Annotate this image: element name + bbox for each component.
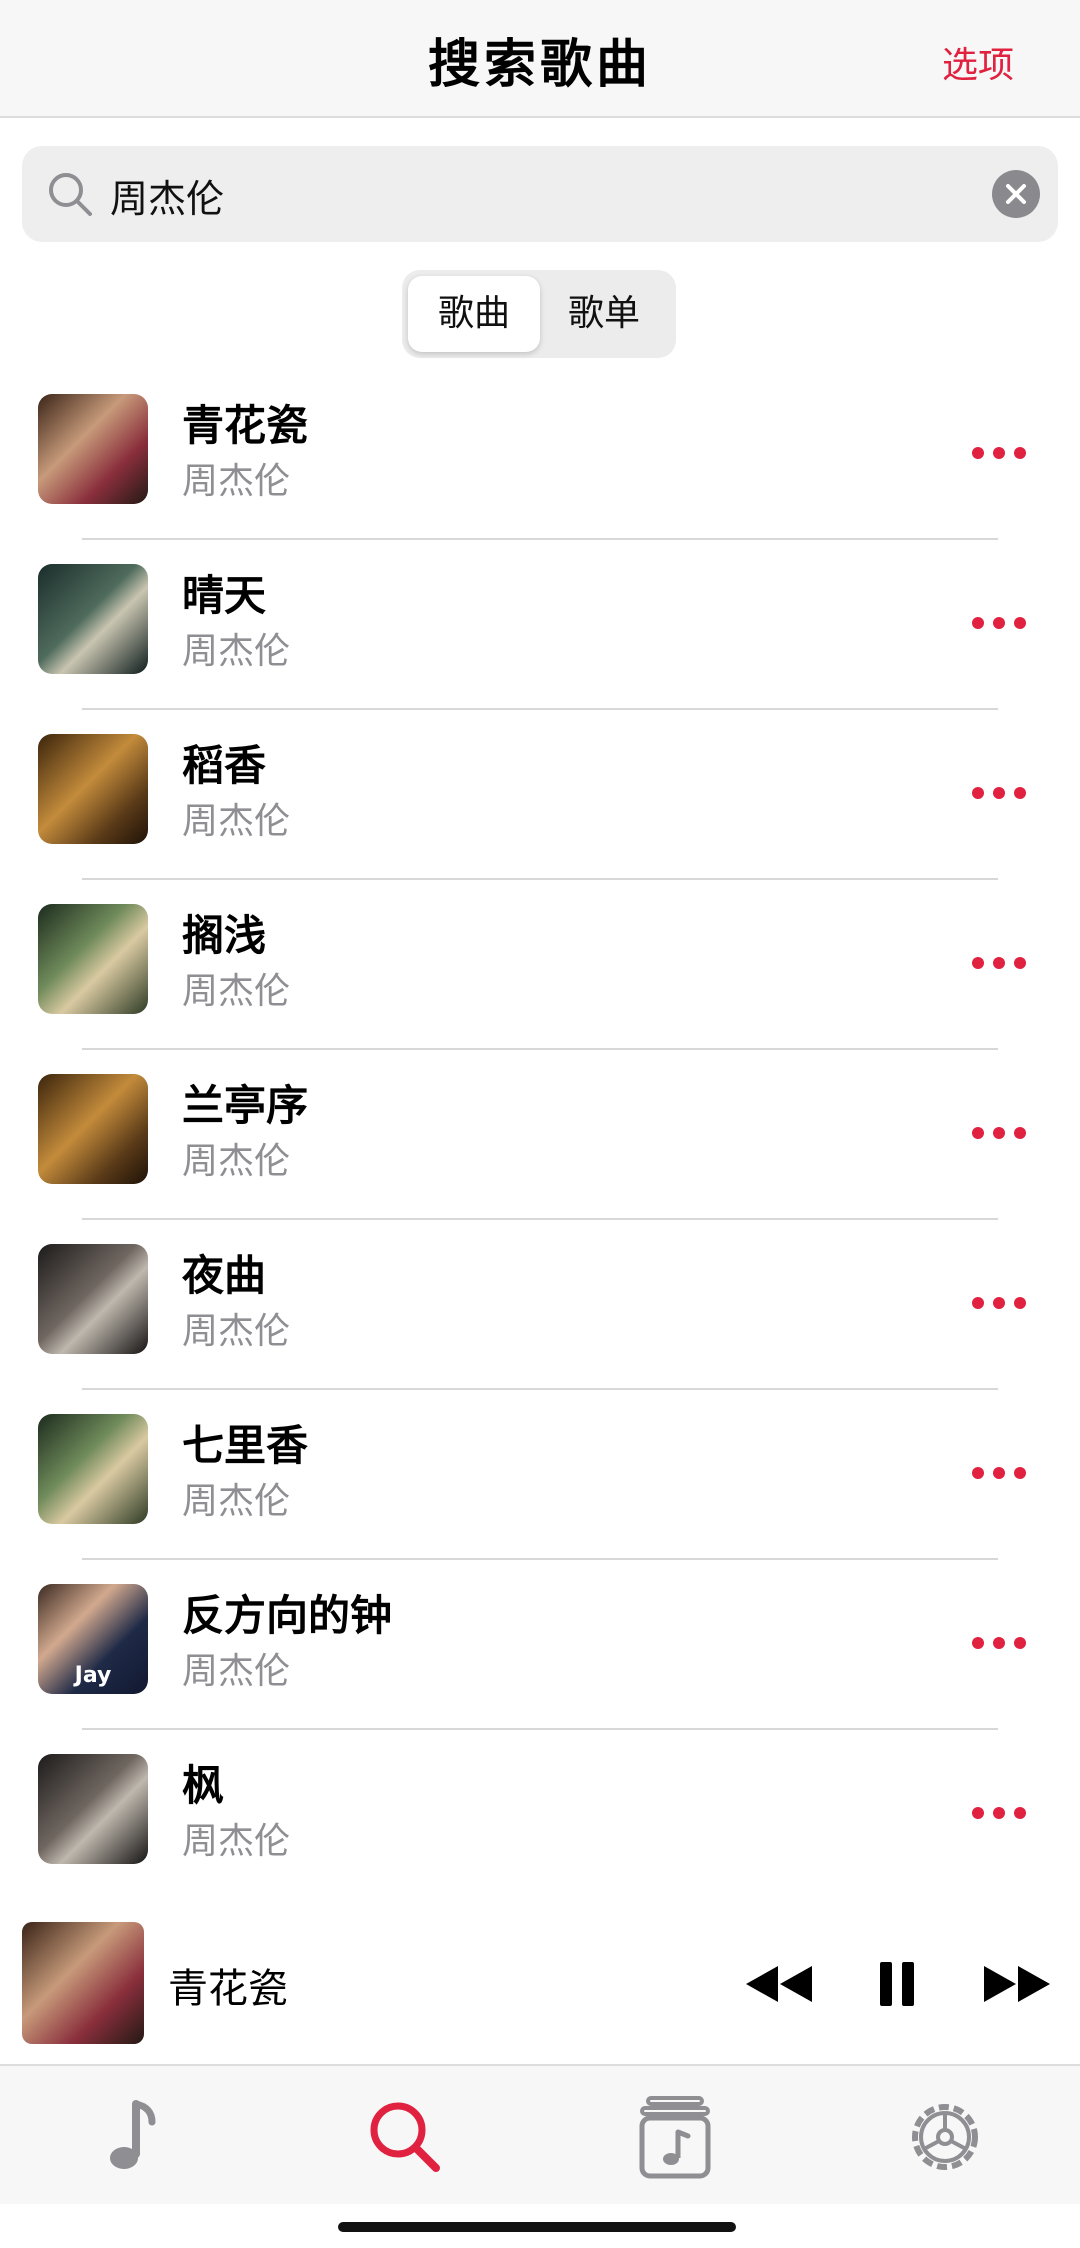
song-title: 稻香 <box>182 741 267 790</box>
song-row[interactable]: 夜曲 周杰伦 <box>0 1220 1080 1390</box>
album-cover: Jay <box>38 1584 148 1694</box>
song-artist: 周杰伦 <box>182 461 291 502</box>
dot <box>972 447 984 459</box>
playlist-icon[interactable] <box>630 2092 720 2182</box>
dot <box>993 1807 1005 1819</box>
search-field[interactable]: 周杰伦 <box>22 146 1058 242</box>
dot <box>972 787 984 799</box>
song-row[interactable]: 青花瓷 周杰伦 <box>0 370 1080 540</box>
song-title: 夜曲 <box>182 1251 267 1300</box>
song-artist: 周杰伦 <box>182 801 291 842</box>
dot <box>993 1637 1005 1649</box>
song-artist: 周杰伦 <box>182 1311 291 1352</box>
album-cover <box>38 564 148 674</box>
song-row[interactable]: 稻香 周杰伦 <box>0 710 1080 880</box>
dot <box>972 1467 984 1479</box>
dot <box>972 1637 984 1649</box>
album-cover <box>38 904 148 1014</box>
song-row[interactable]: 七里香 周杰伦 <box>0 1390 1080 1560</box>
more-options-icon[interactable] <box>966 1112 1036 1152</box>
dot <box>972 1127 984 1139</box>
music-note-icon[interactable] <box>90 2092 180 2182</box>
dot <box>972 957 984 969</box>
segment-songs[interactable]: 歌曲 <box>408 276 540 352</box>
song-list: 青花瓷 周杰伦 晴天 周杰伦 稻香 周杰伦 搁浅 周杰伦 兰亭序 周杰伦 夜曲 周杰伦 七里香 周杰伦 Ja… <box>0 370 1080 1900</box>
song-title: 搁浅 <box>182 911 267 960</box>
more-options-icon[interactable] <box>966 432 1036 472</box>
song-row[interactable]: 枫周杰伦 <box>0 1730 1080 1900</box>
song-row[interactable]: Jay 反方向的钟周杰伦 <box>0 1560 1080 1730</box>
song-artist: 周杰伦 <box>182 971 291 1012</box>
close-icon <box>1006 184 1026 204</box>
search-icon <box>49 173 92 216</box>
song-row[interactable]: 兰亭序 周杰伦 <box>0 1050 1080 1220</box>
now-playing-cover[interactable] <box>22 1922 144 2044</box>
dot <box>993 787 1005 799</box>
song-title: 枫 <box>182 1761 225 1810</box>
dot <box>972 617 984 629</box>
segmented-control: 歌曲 歌单 <box>402 270 676 358</box>
more-options-icon[interactable] <box>966 772 1036 812</box>
previous-track-icon[interactable] <box>740 1952 820 2016</box>
page-title: 搜索歌曲 <box>427 35 652 95</box>
song-artist: 周杰伦 <box>182 1651 291 1692</box>
album-cover <box>38 1244 148 1354</box>
dot <box>1014 957 1026 969</box>
more-options-icon[interactable] <box>966 1622 1036 1662</box>
song-artist: 周杰伦 <box>182 1481 291 1522</box>
album-cover <box>38 394 148 504</box>
clear-search-button[interactable] <box>992 170 1040 218</box>
dot <box>972 1297 984 1309</box>
album-cover <box>38 1074 148 1184</box>
mini-player[interactable]: 青花瓷 <box>0 1896 1080 2066</box>
dot <box>993 447 1005 459</box>
search-icon[interactable] <box>360 2092 450 2182</box>
home-indicator <box>338 2222 736 2232</box>
song-artist: 周杰伦 <box>182 1141 291 1182</box>
dot <box>1014 787 1026 799</box>
dot <box>993 617 1005 629</box>
song-row[interactable]: 晴天 周杰伦 <box>0 540 1080 710</box>
song-artist: 周杰伦 <box>182 1821 291 1862</box>
segment-playlists[interactable]: 歌单 <box>538 276 670 352</box>
album-cover <box>38 1414 148 1524</box>
dot <box>993 1127 1005 1139</box>
song-row[interactable]: 搁浅 周杰伦 <box>0 880 1080 1050</box>
more-options-icon[interactable] <box>966 602 1036 642</box>
settings-icon[interactable] <box>900 2092 990 2182</box>
options-button[interactable]: 选项 <box>942 36 1014 88</box>
album-cover <box>38 1754 148 1864</box>
pause-icon[interactable] <box>858 1952 938 2016</box>
dot <box>993 1297 1005 1309</box>
dot <box>1014 1467 1026 1479</box>
dot <box>1014 617 1026 629</box>
nav-bar: 搜索歌曲 选项 <box>0 0 1080 118</box>
dot <box>1014 1297 1026 1309</box>
song-title: 晴天 <box>182 571 267 620</box>
dot <box>993 957 1005 969</box>
dot <box>1014 1127 1026 1139</box>
dot <box>1014 1637 1026 1649</box>
song-title: 兰亭序 <box>182 1081 309 1130</box>
song-title: 反方向的钟 <box>182 1591 393 1640</box>
more-options-icon[interactable] <box>966 1792 1036 1832</box>
now-playing-title[interactable]: 青花瓷 <box>168 1956 288 2014</box>
album-cover-text: Jay <box>74 1663 112 1688</box>
album-cover <box>38 734 148 844</box>
tab-bar <box>0 2064 1080 2204</box>
search-input[interactable]: 周杰伦 <box>110 168 224 223</box>
dot <box>972 1807 984 1819</box>
next-track-icon[interactable] <box>976 1952 1056 2016</box>
song-title: 七里香 <box>182 1421 309 1470</box>
dot <box>993 1467 1005 1479</box>
dot <box>1014 447 1026 459</box>
more-options-icon[interactable] <box>966 1452 1036 1492</box>
more-options-icon[interactable] <box>966 1282 1036 1322</box>
song-artist: 周杰伦 <box>182 631 291 672</box>
song-title: 青花瓷 <box>182 401 309 450</box>
dot <box>1014 1807 1026 1819</box>
more-options-icon[interactable] <box>966 942 1036 982</box>
